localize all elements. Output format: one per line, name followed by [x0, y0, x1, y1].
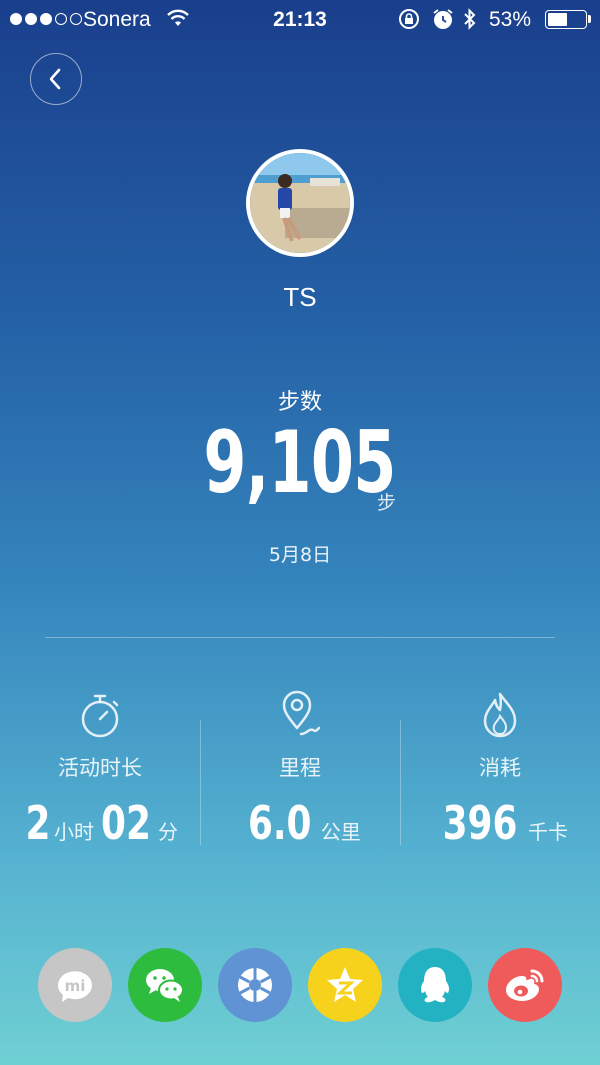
minutes-value: 02	[101, 796, 151, 850]
stat-value: 396 千卡	[400, 800, 600, 846]
date-label: 5月8日	[268, 544, 332, 566]
steps-label: 步数	[277, 390, 322, 415]
share-weibo-button[interactable]	[488, 948, 562, 1022]
back-button[interactable]	[30, 53, 82, 105]
battery-fill	[548, 13, 568, 26]
stat-label: 活动时长	[58, 756, 142, 780]
battery-icon	[545, 10, 587, 29]
stat-label: 里程	[279, 756, 321, 780]
location-pin-icon	[282, 690, 321, 736]
calories-value: 396	[442, 796, 518, 850]
moments-icon	[238, 968, 272, 1002]
stat-value: 2 小时 02 分	[0, 800, 200, 846]
share-wechat-button[interactable]	[128, 948, 202, 1022]
alarm-icon	[433, 9, 453, 29]
share-qzone-button[interactable]	[308, 948, 382, 1022]
battery-percentage: 53%	[489, 8, 532, 31]
weibo-icon	[506, 969, 544, 1001]
stat-value: 6.0 公里	[200, 800, 400, 846]
stat-active-time: 活动时长 2 小时 02 分	[0, 690, 200, 846]
flame-icon	[483, 692, 517, 738]
stat-label: 消耗	[479, 756, 521, 780]
stat-distance: 里程 6.0 公里	[200, 690, 400, 846]
avatar[interactable]	[246, 149, 354, 257]
distance-value: 6.0	[248, 796, 312, 850]
share-mi-button[interactable]: mi	[38, 948, 112, 1022]
divider	[45, 637, 555, 638]
rotation-lock-icon	[399, 9, 419, 29]
hours-unit: 小时	[54, 820, 94, 844]
mi-icon: mi	[57, 971, 92, 1002]
bluetooth-icon	[464, 8, 476, 30]
qzone-icon	[327, 967, 363, 1002]
steps-row: 9,105	[0, 420, 600, 506]
steps-value: 9,105	[203, 413, 397, 513]
distance-unit: 公里	[320, 820, 361, 844]
share-bar: mi	[38, 948, 562, 1022]
battery-nub	[588, 15, 591, 23]
status-bar: Sonera 21:13 53%	[0, 0, 600, 40]
steps-unit: 步	[377, 492, 397, 514]
share-moments-button[interactable]	[218, 948, 292, 1022]
username: TS	[283, 282, 317, 312]
stopwatch-icon	[81, 694, 119, 738]
minutes-unit: 分	[158, 820, 179, 844]
screen: Sonera 21:13 53% TS 步数 9,105 步 5月8日 活动时长…	[0, 0, 600, 1065]
stat-calories: 消耗 396 千卡	[400, 690, 600, 846]
wechat-icon	[146, 969, 184, 1002]
svg-text:mi: mi	[65, 977, 86, 995]
chevron-left-icon	[49, 68, 61, 90]
calories-unit: 千卡	[528, 820, 569, 844]
qq-icon	[420, 967, 450, 1003]
share-qq-button[interactable]	[398, 948, 472, 1022]
hours-value: 2	[25, 796, 51, 850]
